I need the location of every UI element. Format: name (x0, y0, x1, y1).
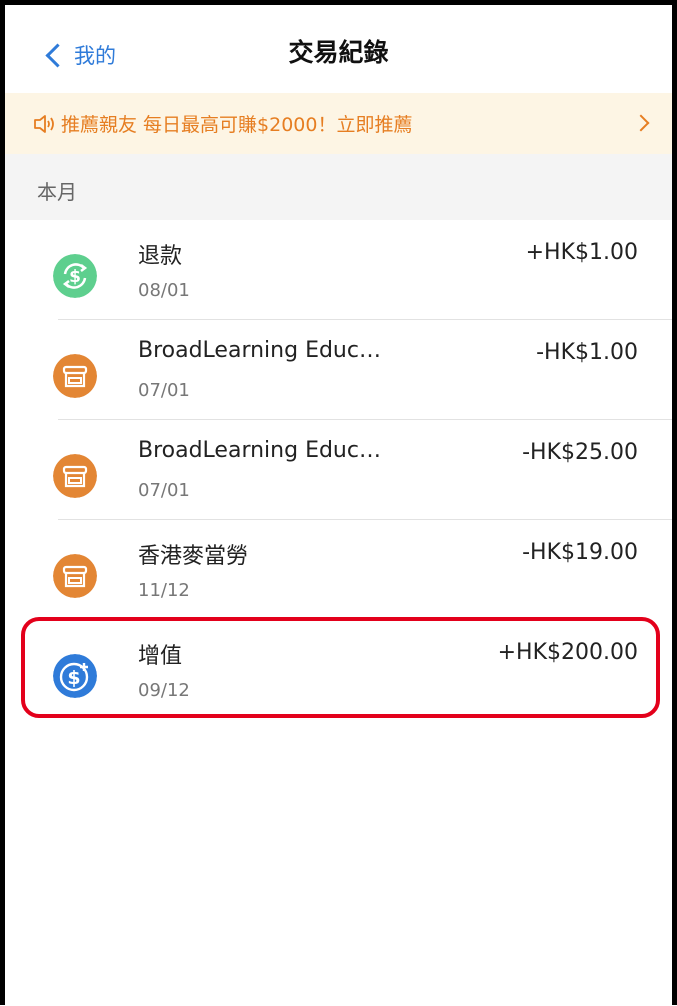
speaker-icon (34, 115, 54, 133)
transaction-amount: -HK$19.00 (522, 540, 638, 565)
topup-dollar-icon: $ (53, 654, 97, 698)
transaction-amount: -HK$1.00 (536, 340, 638, 365)
transaction-amount: +HK$1.00 (525, 240, 638, 265)
transaction-name: 香港麥當勞 (138, 544, 249, 569)
section-header: 本月 (5, 154, 672, 220)
transaction-list: $ 退款 08/01 +HK$1.00 BroadLearning Educ… … (5, 220, 672, 720)
svg-text:$: $ (67, 667, 80, 689)
merchant-store-icon (53, 354, 97, 398)
app-screen: 我的 交易紀錄 推薦親友 每日最高可賺$2000！立即推薦 本月 $ 退款 08… (0, 0, 677, 1005)
banner-text: 推薦親友 每日最高可賺$2000！立即推薦 (61, 114, 413, 136)
transaction-amount: -HK$25.00 (522, 440, 638, 465)
transaction-row[interactable]: 香港麥當勞 11/12 -HK$19.00 (5, 520, 672, 620)
transaction-row[interactable]: BroadLearning Educ… 07/01 -HK$25.00 (5, 420, 672, 520)
transaction-name: BroadLearning Educ… (138, 438, 381, 463)
transaction-date: 11/12 (138, 580, 190, 601)
transaction-date: 09/12 (138, 680, 190, 701)
referral-banner[interactable]: 推薦親友 每日最高可賺$2000！立即推薦 (5, 93, 672, 154)
transaction-name: 退款 (138, 244, 183, 269)
transaction-date: 07/01 (138, 480, 190, 501)
transaction-name: BroadLearning Educ… (138, 338, 381, 363)
transaction-date: 08/01 (138, 280, 190, 301)
refund-dollar-icon: $ (53, 254, 97, 298)
transaction-amount: +HK$200.00 (497, 640, 638, 665)
nav-bar: 我的 交易紀錄 (5, 5, 672, 93)
transaction-row[interactable]: BroadLearning Educ… 07/01 -HK$1.00 (5, 320, 672, 420)
merchant-store-icon (53, 554, 97, 598)
merchant-store-icon (53, 454, 97, 498)
transaction-row[interactable]: $ 增值 09/12 +HK$200.00 (5, 620, 672, 720)
page-title: 交易紀錄 (288, 38, 389, 67)
section-label: 本月 (37, 180, 77, 204)
svg-text:$: $ (69, 267, 81, 287)
transaction-row[interactable]: $ 退款 08/01 +HK$1.00 (5, 220, 672, 320)
chevron-right-icon (632, 114, 650, 132)
transaction-name: 增值 (138, 644, 183, 669)
transaction-date: 07/01 (138, 380, 190, 401)
